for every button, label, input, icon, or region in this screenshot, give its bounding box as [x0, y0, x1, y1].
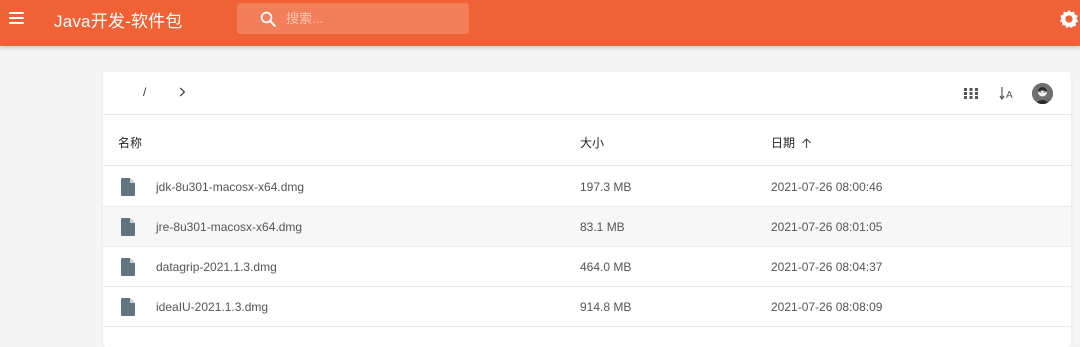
- column-header-date[interactable]: 日期: [771, 134, 812, 151]
- file-date: 2021-07-26 08:00:46: [771, 180, 883, 194]
- breadcrumb-root[interactable]: /: [143, 85, 146, 99]
- app-title: Java开发-软件包: [54, 12, 183, 31]
- file-name[interactable]: ideaIU-2021.1.3.dmg: [156, 300, 268, 314]
- search-input[interactable]: [286, 7, 456, 29]
- file-date: 2021-07-26 08:08:09: [771, 300, 883, 314]
- svg-text:A: A: [1006, 90, 1013, 100]
- column-header-date-label: 日期: [771, 136, 796, 150]
- table-row[interactable]: jdk-8u301-macosx-x64.dmg 197.3 MB 2021-0…: [103, 167, 1071, 207]
- file-name[interactable]: jdk-8u301-macosx-x64.dmg: [156, 180, 304, 194]
- column-header-name[interactable]: 名称: [118, 134, 142, 151]
- grid-view-icon[interactable]: [964, 88, 978, 99]
- menu-icon[interactable]: [6, 8, 26, 28]
- file-date: 2021-07-26 08:04:37: [771, 260, 883, 274]
- file-icon: [121, 218, 135, 236]
- app-bar: Java开发-软件包: [0, 0, 1080, 46]
- table-row[interactable]: ideaIU-2021.1.3.dmg 914.8 MB 2021-07-26 …: [103, 287, 1071, 327]
- table-row[interactable]: jre-8u301-macosx-x64.dmg 83.1 MB 2021-07…: [103, 207, 1071, 247]
- file-name[interactable]: datagrip-2021.1.3.dmg: [156, 260, 277, 274]
- table-row[interactable]: datagrip-2021.1.3.dmg 464.0 MB 2021-07-2…: [103, 247, 1071, 287]
- file-size: 914.8 MB: [580, 300, 632, 314]
- file-size: 197.3 MB: [580, 180, 632, 194]
- avatar[interactable]: [1032, 83, 1053, 104]
- sort-alpha-icon[interactable]: A: [999, 86, 1015, 100]
- search-icon: [260, 11, 276, 27]
- file-date: 2021-07-26 08:01:05: [771, 220, 883, 234]
- file-browser-panel: / A 名称 大小 日期 jdk-8u301-macosx-x64.dmg 19…: [103, 72, 1071, 347]
- file-size: 83.1 MB: [580, 220, 625, 234]
- arrow-up-icon: [802, 138, 811, 148]
- table-header: 名称 大小 日期: [103, 116, 1071, 166]
- chevron-right-icon[interactable]: [175, 85, 189, 99]
- file-icon: [121, 178, 135, 196]
- file-icon: [121, 298, 135, 316]
- settings-icon[interactable]: [1058, 8, 1080, 30]
- column-header-size[interactable]: 大小: [580, 134, 604, 151]
- navigation-bar: / A: [103, 72, 1071, 115]
- file-icon: [121, 258, 135, 276]
- file-name[interactable]: jre-8u301-macosx-x64.dmg: [156, 220, 302, 234]
- file-size: 464.0 MB: [580, 260, 632, 274]
- search-box[interactable]: [237, 3, 469, 34]
- avatar-icon: [1032, 83, 1053, 104]
